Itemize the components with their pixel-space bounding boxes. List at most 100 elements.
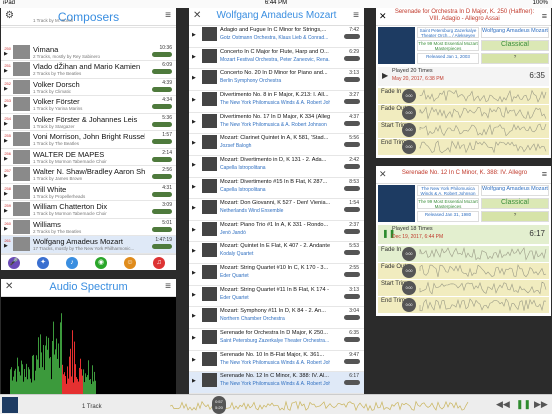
- play-icon[interactable]: ▶: [4, 208, 8, 214]
- play-icon[interactable]: ▶: [4, 103, 8, 109]
- track-row[interactable]: ▶ Adagio and Fugue In C Minor for Strings…: [189, 26, 364, 48]
- play-icon[interactable]: ▶: [192, 205, 196, 211]
- composer-row[interactable]: 256 ▶ WALTER DE MAPES 1 Track by Mormon Tab…: [1, 149, 176, 167]
- deck-2-album[interactable]: Wolfgang Amadeus Mozart: [481, 185, 549, 196]
- now-playing-art[interactable]: [2, 397, 18, 413]
- waveform-row[interactable]: End Trim 0:00: [378, 139, 549, 155]
- play-icon[interactable]: ▶: [4, 86, 8, 92]
- track-row[interactable]: ▶ Concerto No. 20 In D Minor for Piano an…: [189, 69, 364, 91]
- play-icon[interactable]: ▶: [192, 119, 196, 125]
- deck-2-genre[interactable]: Classical: [481, 198, 549, 209]
- play-icon[interactable]: ▶: [192, 357, 196, 363]
- play-icon[interactable]: ▶: [4, 226, 8, 232]
- play-icon[interactable]: ▶: [192, 378, 196, 384]
- dance-icon[interactable]: ✦: [37, 257, 49, 269]
- play-icon[interactable]: ▶: [192, 313, 196, 319]
- track-row[interactable]: ▶ Mozart: Symphony #11 In D, K 84 - 2. An…: [189, 307, 364, 330]
- track-row[interactable]: ▶ Divertimento No. 8 in F Major, K.213: I…: [189, 91, 364, 113]
- track-row[interactable]: ▶ Mozart: Piano Trio #1 In A, K 331 - Ron…: [189, 221, 364, 243]
- track-row[interactable]: ▶ Concerto In C Major for Flute, Harp and…: [189, 48, 364, 70]
- play-icon[interactable]: ▶: [4, 173, 8, 179]
- deck-1-rating[interactable]: ?: [481, 53, 549, 64]
- waveform-row[interactable]: Fade Out 0:00: [378, 105, 549, 121]
- trim-knob[interactable]: 0:00: [402, 298, 416, 312]
- track-row[interactable]: ▶ Serenade for Orchestra In D Major, K 25…: [189, 329, 364, 351]
- menu-icon[interactable]: ≡: [542, 11, 547, 21]
- composer-row[interactable]: 254 ▶ Volker Förster & Johannes Leis 1 Trac…: [1, 114, 176, 132]
- play-icon[interactable]: ▶: [192, 32, 196, 38]
- waveform-row[interactable]: Start Trim 0:00: [378, 122, 549, 138]
- menu-icon[interactable]: ≡: [353, 10, 359, 21]
- close-icon[interactable]: ✕: [193, 10, 201, 21]
- composer-row[interactable]: 260 ▶ Williams 2 Tracks by The Beatles 5:01: [1, 219, 176, 237]
- play-icon[interactable]: ▶: [4, 121, 8, 127]
- waveform-row[interactable]: Fade Out 0:00: [378, 263, 549, 279]
- music-icon[interactable]: ♪: [66, 257, 78, 269]
- composer-row[interactable]: 1 Track by M. Suroh: [1, 18, 176, 28]
- waveform-row[interactable]: Fade In 0:00: [378, 88, 549, 104]
- play-icon[interactable]: ▶: [192, 292, 196, 298]
- guitar-icon[interactable]: ♫: [153, 257, 165, 269]
- composer-row[interactable]: 253 ▶ Volker Förster 1 Track by Yarina Mari…: [1, 96, 176, 114]
- close-icon[interactable]: ✕: [379, 169, 387, 180]
- close-icon[interactable]: ✕: [379, 11, 387, 22]
- waveform-row[interactable]: Start Trim 0:00: [378, 280, 549, 296]
- play-icon[interactable]: ▶: [192, 335, 196, 341]
- composer-row[interactable]: 251 ▶ Vlado dŽihan and Mario Kamien 2 Track…: [1, 61, 176, 79]
- trim-knob[interactable]: 0:00: [402, 89, 416, 103]
- composer-row[interactable]: 250 ▶ Vimana 2 Tracks, mostly by Rey Sabine…: [1, 44, 176, 62]
- track-row[interactable]: ▶ Mozart: String Quartet #11 In B Flat, K…: [189, 286, 364, 308]
- play-icon[interactable]: ▶: [192, 97, 196, 103]
- play-icon[interactable]: ▶: [192, 184, 196, 190]
- deck-1-compilation[interactable]: The 99 Most Essential Mozart Masterpiece…: [417, 40, 479, 51]
- menu-icon[interactable]: ≡: [165, 281, 171, 292]
- vinyl-icon[interactable]: ◉: [95, 257, 107, 269]
- mic-icon[interactable]: 🎤: [8, 257, 20, 269]
- track-row[interactable]: ▶ Mozart: Divertimento in D, K 131 - 2. A…: [189, 156, 364, 178]
- trim-knob[interactable]: 0:00: [402, 140, 416, 154]
- play-icon[interactable]: ▶: [192, 227, 196, 233]
- deck-1-progress[interactable]: ▶ Played 20 Times May 20, 2017, 6:38 PM …: [378, 67, 549, 86]
- track-row[interactable]: ▶ Mozart: String Quartet #10 In C, K 170 …: [189, 264, 364, 286]
- waveform-row[interactable]: Fade In 0:00: [378, 246, 549, 262]
- deck-2-artist[interactable]: The New York Philomusica Winds & A. Robe…: [417, 185, 479, 196]
- play-icon[interactable]: ▶: [4, 243, 8, 249]
- play-icon[interactable]: ▶: [4, 138, 8, 144]
- pause-button[interactable]: ❚❚: [516, 399, 531, 410]
- composer-row[interactable]: 261 ▶ Wolfgang Amadeus Mozart 17 Tracks, mo…: [1, 236, 176, 254]
- play-icon[interactable]: ▶: [4, 68, 8, 74]
- composer-row[interactable]: 257▶Walter N. Shaw/Bradley Aaron Shapiro…: [1, 166, 176, 184]
- play-icon[interactable]: ▶: [192, 75, 196, 81]
- trim-knob[interactable]: 0:00: [402, 247, 416, 261]
- mask-icon[interactable]: ☺: [124, 257, 136, 269]
- play-icon[interactable]: ▶: [4, 191, 8, 197]
- deck-1-genre[interactable]: Classical: [481, 40, 549, 51]
- composer-row[interactable]: 258 ▶ Will White 1 Track by Propellerheads 4…: [1, 184, 176, 202]
- track-row[interactable]: ▶ Divertimento No. 17 In D Major, K 334 (…: [189, 113, 364, 135]
- play-icon[interactable]: ▶: [192, 270, 196, 276]
- deck-1-artist[interactable]: Saint Petersburg Zazerkalye Theater Orch…: [417, 27, 479, 38]
- trim-knob[interactable]: 0:00: [402, 264, 416, 278]
- play-icon[interactable]: ▶: [192, 140, 196, 146]
- composer-row[interactable]: 252 ▶ Volker Dorsch 1 Track by Climatic 4:39: [1, 79, 176, 97]
- track-row[interactable]: ▶ Mozart: Don Giovanni, K 527 - Den! Vien…: [189, 199, 364, 221]
- play-icon[interactable]: ▶: [4, 156, 8, 162]
- play-icon[interactable]: ▶: [192, 248, 196, 254]
- composer-row[interactable]: 259 ▶ William Chatterton Dix 1 Track by Mor…: [1, 201, 176, 219]
- track-row[interactable]: ▶ Serenade No. 10 In B-Flat Major, K. 361…: [189, 351, 364, 373]
- track-row[interactable]: ▶ Serenade No. 12 In C Minor, K. 388: IV.…: [189, 372, 364, 394]
- play-icon[interactable]: ▶: [192, 162, 196, 168]
- play-icon[interactable]: ▶: [4, 51, 8, 57]
- deck-1-album[interactable]: Wolfgang Amadeus Mozart: [481, 27, 549, 38]
- waveform-row[interactable]: End Trim 0:00: [378, 297, 549, 313]
- menu-icon[interactable]: ≡: [542, 169, 547, 179]
- trim-knob[interactable]: 0:00: [402, 281, 416, 295]
- forward-button[interactable]: ▶▶: [534, 399, 548, 410]
- deck-2-progress[interactable]: ❚❚ Played 18 Times Dec 19, 2017, 6:44 PM…: [378, 225, 549, 244]
- trim-knob[interactable]: 0:00: [402, 123, 416, 137]
- trim-knob[interactable]: 0:00: [402, 106, 416, 120]
- deck-2-rating[interactable]: ?: [481, 211, 549, 222]
- track-row[interactable]: ▶ Mozart: Divertimento #15 In B Flat, K 2…: [189, 178, 364, 200]
- rewind-button[interactable]: ◀◀: [496, 399, 510, 410]
- play-button[interactable]: ▶: [382, 71, 388, 80]
